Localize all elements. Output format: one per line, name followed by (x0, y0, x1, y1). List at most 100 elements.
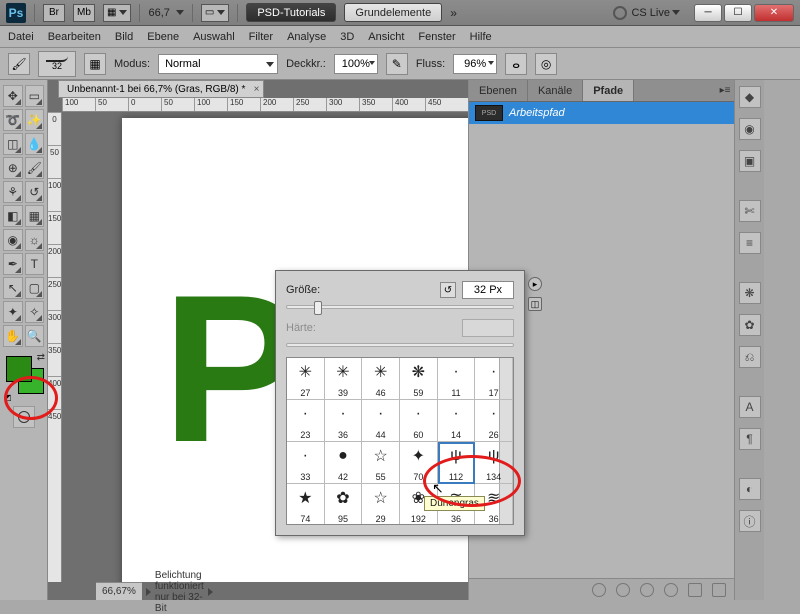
brush-panel-icon[interactable]: ❋ (739, 282, 761, 304)
shape-tool[interactable]: ▢ (25, 277, 45, 299)
dodge-tool[interactable]: ☼ (25, 229, 45, 251)
path-to-selection-icon[interactable] (640, 583, 654, 597)
window-maximize-button[interactable]: ☐ (724, 4, 752, 22)
heal-tool[interactable]: ⊕ (3, 157, 23, 179)
default-colors-icon[interactable]: ◩ (4, 393, 12, 402)
zoom-level[interactable]: 66,7 (148, 7, 169, 19)
tools-panel-icon[interactable]: ✄ (739, 200, 761, 222)
menu-fenster[interactable]: Fenster (418, 31, 455, 43)
brush-tool[interactable]: 🖌 (25, 157, 45, 179)
screenmode-button[interactable]: ▦ (103, 4, 131, 22)
cslive-button[interactable]: CS Live (613, 6, 680, 20)
move-tool[interactable]: ✥ (3, 85, 23, 107)
clonesource-panel-icon[interactable]: ⎌ (739, 346, 761, 368)
brush-preset-cell[interactable]: ·26 (475, 400, 513, 442)
adjustments-panel-icon[interactable]: ▣ (739, 150, 761, 172)
hand-tool[interactable]: ✋ (3, 325, 23, 347)
history-brush-tool[interactable]: ↺ (25, 181, 45, 203)
brush-preset-cell[interactable]: ☆29 (362, 484, 400, 525)
brush-preset-cell[interactable]: ·11 (438, 358, 476, 400)
3d-tool[interactable]: ✦ (3, 301, 23, 323)
opacity-input[interactable]: 100% (334, 54, 378, 74)
brush-preset-cell[interactable]: ●42 (325, 442, 363, 484)
para-panel-icon[interactable]: ¶ (739, 428, 761, 450)
popup-options-icon[interactable]: ▸ (528, 277, 542, 291)
menu-analyse[interactable]: Analyse (287, 31, 326, 43)
menu-3d[interactable]: 3D (340, 31, 354, 43)
workspace-more-icon[interactable]: » (450, 6, 457, 20)
brush-preset-cell[interactable]: ✳27 (287, 358, 325, 400)
popup-newpreset-icon[interactable]: ◫ (528, 297, 542, 311)
menu-hilfe[interactable]: Hilfe (470, 31, 492, 43)
mode-select[interactable]: Normal (158, 54, 278, 74)
brush-preset-cell[interactable]: ✦70 (400, 442, 438, 484)
workspace-psd-tutorials[interactable]: PSD-Tutorials (246, 3, 336, 22)
stamp-tool[interactable]: ⚘ (3, 181, 23, 203)
panel-menu-icon[interactable]: ▸≡ (716, 80, 734, 101)
path-name[interactable]: Arbeitspfad (509, 107, 565, 119)
menu-bearbeiten[interactable]: Bearbeiten (48, 31, 101, 43)
swatches-panel-icon[interactable]: ◉ (739, 118, 761, 140)
char-panel-icon[interactable]: A (739, 396, 761, 418)
history-panel-icon[interactable]: ≡ (739, 232, 761, 254)
magic-wand-tool[interactable]: ✨ (25, 109, 45, 131)
brush-preset-picker[interactable]: 32 (38, 51, 76, 77)
brush-preset-cell[interactable]: ✳46 (362, 358, 400, 400)
brush-preset-cell[interactable]: ·36 (325, 400, 363, 442)
zoom-dropdown-icon[interactable] (176, 10, 184, 15)
brush-preset-cell[interactable]: ·17 (475, 358, 513, 400)
brush-preset-cell[interactable]: ·33 (287, 442, 325, 484)
eraser-tool[interactable]: ◧ (3, 205, 23, 227)
bridge-button[interactable]: Br (43, 4, 65, 22)
document-tab[interactable]: Unbenannt-1 bei 66,7% (Gras, RGB/8) *× (58, 80, 264, 98)
size-input[interactable]: 32 Px (462, 281, 514, 299)
opacity-pressure-icon[interactable]: ✎ (386, 53, 408, 75)
selection-to-path-icon[interactable] (664, 583, 678, 597)
airbrush-icon[interactable]: ⴰ (505, 53, 527, 75)
blur-tool[interactable]: ◉ (3, 229, 23, 251)
tool-preset-icon[interactable]: 🖌 (8, 53, 30, 75)
crop-tool[interactable]: ◫ (3, 133, 23, 155)
flow-input[interactable]: 96% (453, 54, 497, 74)
pen-tool[interactable]: ✒ (3, 253, 23, 275)
swap-colors-icon[interactable]: ⇄ (37, 352, 45, 363)
menu-ansicht[interactable]: Ansicht (368, 31, 404, 43)
reset-size-icon[interactable]: ↺ (440, 282, 456, 298)
arrange-button[interactable]: ▭ (201, 4, 229, 22)
nav-panel-icon[interactable]: ◐ (739, 478, 761, 500)
brush-preset-cell[interactable]: ★74 (287, 484, 325, 525)
foreground-color[interactable] (6, 356, 32, 382)
menu-datei[interactable]: Datei (8, 31, 34, 43)
size-pressure-icon[interactable]: ◎ (535, 53, 557, 75)
tab-paths[interactable]: Pfade (583, 80, 634, 101)
quickmask-button[interactable] (13, 406, 35, 428)
new-path-icon[interactable] (688, 583, 702, 597)
brushpreset-panel-icon[interactable]: ✿ (739, 314, 761, 336)
brush-preset-cell[interactable]: ·23 (287, 400, 325, 442)
fill-path-icon[interactable] (592, 583, 606, 597)
minibridge-button[interactable]: Mb (73, 4, 95, 22)
brush-preset-cell[interactable]: ·14 (438, 400, 476, 442)
status-zoom[interactable]: 66,67% (102, 586, 136, 597)
stroke-path-icon[interactable] (616, 583, 630, 597)
window-minimize-button[interactable]: ─ (694, 4, 722, 22)
close-tab-icon[interactable]: × (254, 84, 260, 95)
menu-ebene[interactable]: Ebene (147, 31, 179, 43)
zoom-tool[interactable]: 🔍 (25, 325, 45, 347)
3d-camera-tool[interactable]: ✧ (25, 301, 45, 323)
path-item-selected[interactable]: PSD Arbeitspfad (469, 102, 734, 124)
brush-preset-cell[interactable]: ·60 (400, 400, 438, 442)
brush-preset-cell[interactable]: ✿95 (325, 484, 363, 525)
brush-preset-cell[interactable]: ψ112 (438, 442, 476, 484)
brush-panel-toggle-icon[interactable]: ▦ (84, 53, 106, 75)
lasso-tool[interactable]: ➰ (3, 109, 23, 131)
menu-filter[interactable]: Filter (249, 31, 273, 43)
brush-preset-cell[interactable]: ✳39 (325, 358, 363, 400)
workspace-basics[interactable]: Grundelemente (344, 3, 442, 22)
brush-preset-cell[interactable]: ψ134 (475, 442, 513, 484)
brush-preset-cell[interactable]: ❋59 (400, 358, 438, 400)
tab-channels[interactable]: Kanäle (528, 80, 583, 101)
brush-preset-cell[interactable]: ·44 (362, 400, 400, 442)
window-close-button[interactable]: ✕ (754, 4, 794, 22)
delete-path-icon[interactable] (712, 583, 726, 597)
